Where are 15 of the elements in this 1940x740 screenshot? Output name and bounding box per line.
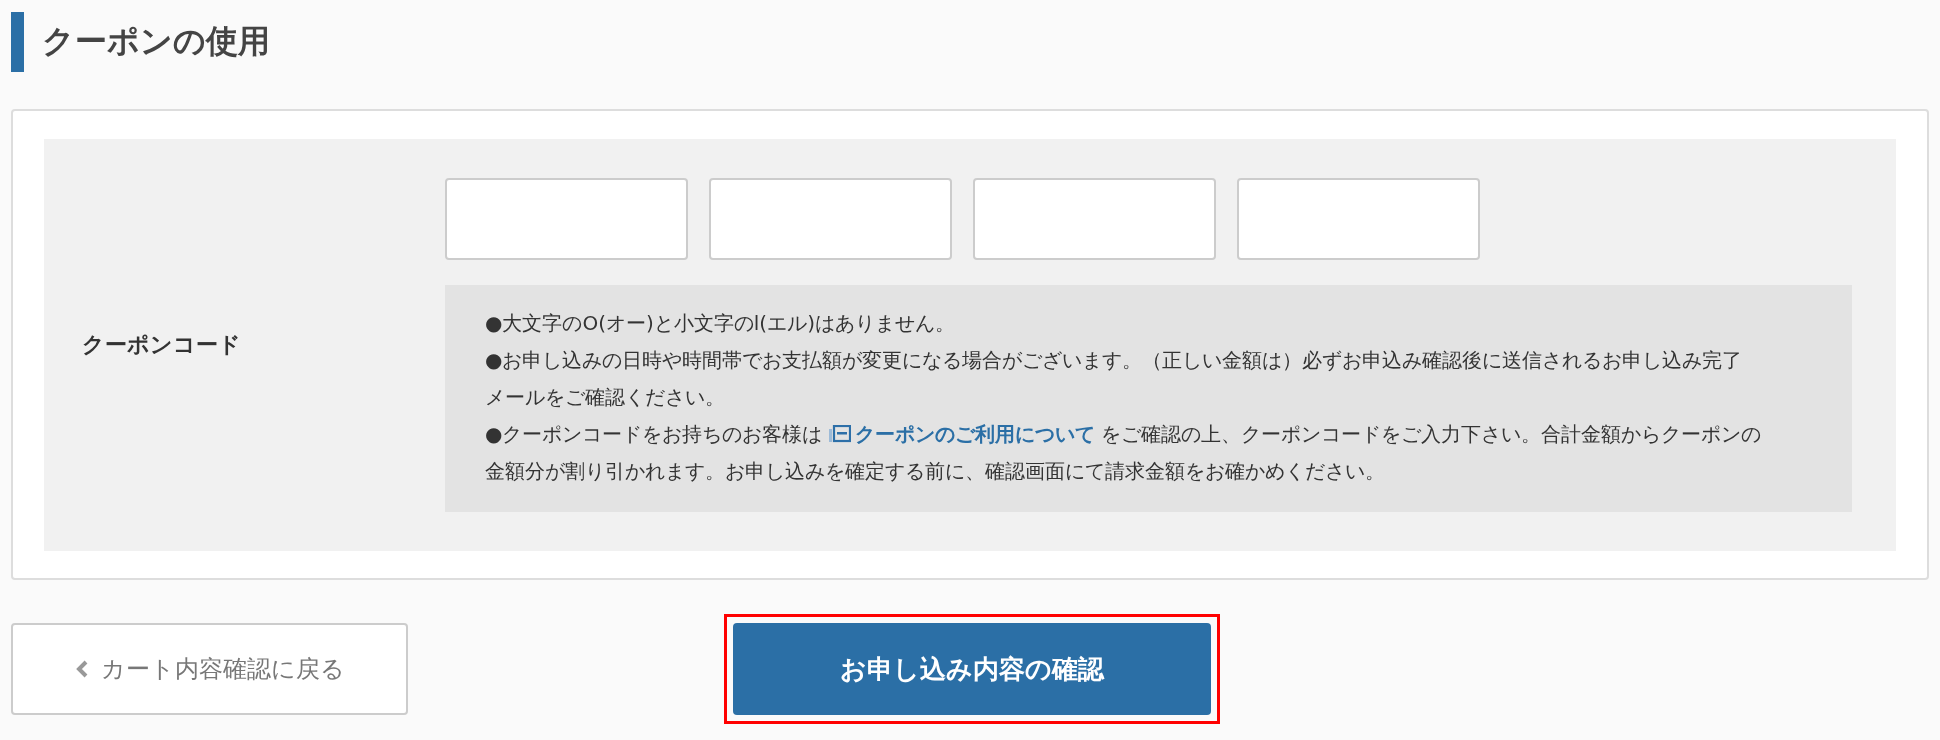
- confirm-button[interactable]: お申し込み内容の確認: [733, 623, 1211, 715]
- field-label: クーポンコード: [81, 331, 242, 359]
- coupon-guide-link[interactable]: クーポンのご利用について: [828, 422, 1095, 446]
- note-text: ●クーポンコードをお持ちのお客様は クーポンのご利用について をご確認の上、クーポンコードをご入力下さい。合計金額からクーポンの金額分が割り引かれます。お申し込みを確定する前に、確認画面にて請求金額をお確かめください。: [485, 421, 1762, 485]
- coupon-code-field[interactable]: [1237, 178, 1480, 260]
- coupon-code-field[interactable]: [973, 178, 1216, 260]
- note-text: ●お申し込みの日時や時間帯でお支払額が変更になる場合がございます。（正しい金額は）必ずお申込み確認後に送信されるお申し込み完了メールをご確認ください。: [485, 347, 1744, 411]
- heading-accent-bar: [11, 12, 24, 72]
- coupon-code-field[interactable]: [709, 178, 952, 260]
- back-button[interactable]: カート内容確認に戻る: [11, 623, 408, 715]
- section-title: クーポンの使用: [42, 21, 270, 62]
- note-text: ●大文字のO(オー)と小文字のl(エル)はありません。: [485, 310, 956, 337]
- window-icon: [828, 425, 851, 443]
- coupon-code-field[interactable]: [445, 178, 688, 260]
- chevron-left-icon: [74, 660, 89, 678]
